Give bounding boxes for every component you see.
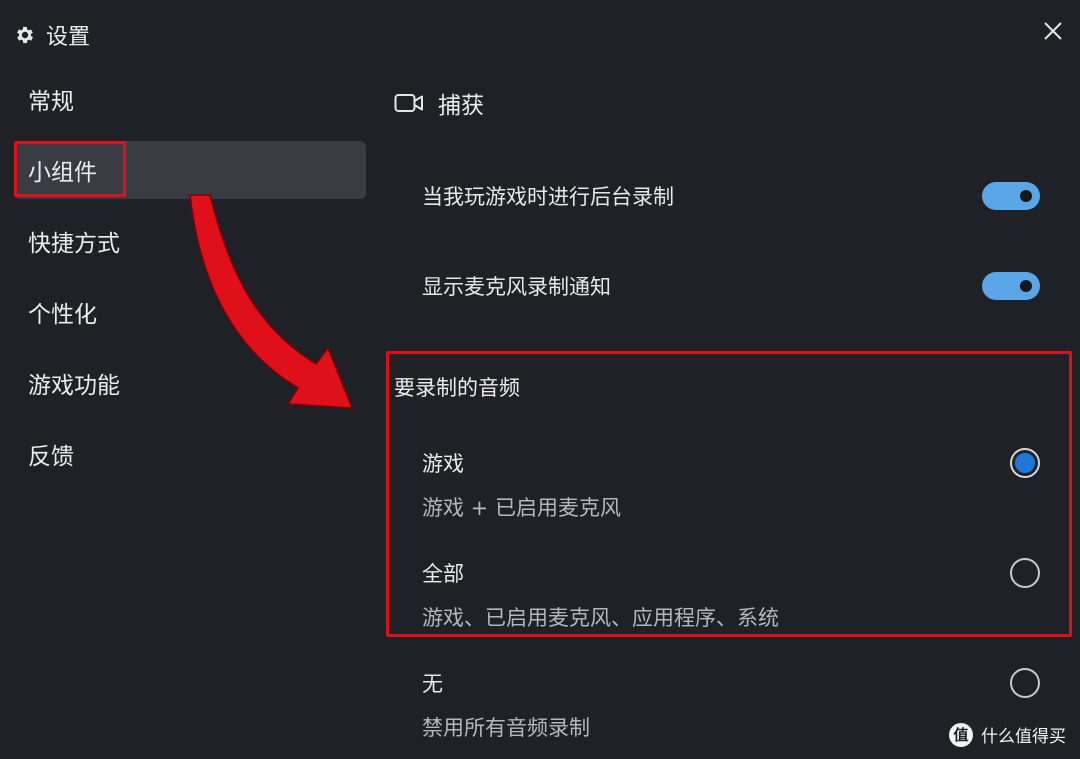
audio-section-title: 要录制的音频 [394,376,520,400]
option-description: 禁用所有音频录制 [422,716,590,740]
sidebar-item-label: 常规 [28,89,74,115]
close-icon [1044,22,1062,40]
audio-option-none[interactable]: 无 禁用所有音频录制 [422,668,1040,748]
window-header: 设置 [14,18,90,52]
sidebar-item-shortcuts[interactable]: 快捷方式 [14,212,366,270]
option-label: 游戏 [422,452,464,476]
radio-button[interactable] [1010,448,1040,478]
watermark-text: 什么值得买 [981,727,1066,747]
background-recording-row: 当我玩游戏时进行后台录制 [422,176,1040,216]
sidebar: 常规 小组件 快捷方式 个性化 游戏功能 反馈 [14,70,366,496]
sidebar-item-personalization[interactable]: 个性化 [14,283,366,341]
option-label: 无 [422,672,443,696]
capture-settings: 捕获 当我玩游戏时进行后台录制 显示麦克风录制通知 要录制的音频 游戏 游戏 +… [386,80,1072,740]
option-description: 游戏、已启用麦克风、应用程序、系统 [422,606,779,630]
toggle-knob [1020,280,1032,292]
sidebar-item-label: 个性化 [28,302,97,328]
gear-icon [17,26,33,44]
radio-button[interactable] [1010,558,1040,588]
sidebar-item-label: 快捷方式 [28,231,120,257]
watermark-logo: 值 [949,722,973,747]
window-title: 设置 [46,25,91,50]
sidebar-item-general[interactable]: 常规 [14,70,366,128]
toggle-label: 当我玩游戏时进行后台录制 [422,185,674,209]
toggle-label: 显示麦克风录制通知 [422,275,611,299]
sidebar-item-label: 游戏功能 [28,373,120,399]
audio-option-game[interactable]: 游戏 游戏 + 已启用麦克风 [422,448,1040,528]
sidebar-item-widgets[interactable]: 小组件 [14,141,366,199]
annotation-highlight-box [14,141,126,197]
audio-option-all[interactable]: 全部 游戏、已启用麦克风、应用程序、系统 [422,558,1040,638]
mic-notification-toggle[interactable] [982,272,1040,300]
camera-icon [394,94,423,112]
background-recording-toggle[interactable] [982,182,1040,210]
mic-notification-row: 显示麦克风录制通知 [422,266,1040,306]
close-button[interactable] [1040,18,1066,44]
radio-button[interactable] [1010,668,1040,698]
radio-dot [1015,453,1035,473]
section-title: 捕获 [438,93,484,119]
sidebar-item-label: 反馈 [28,444,74,470]
toggle-knob [1020,190,1032,202]
option-description: 游戏 + 已启用麦克风 [422,496,621,520]
sidebar-item-gaming-features[interactable]: 游戏功能 [14,354,366,412]
option-label: 全部 [422,562,464,586]
watermark: 值 什么值得买 [949,722,1066,747]
section-header: 捕获 [394,80,1060,126]
sidebar-item-feedback[interactable]: 反馈 [14,425,366,483]
